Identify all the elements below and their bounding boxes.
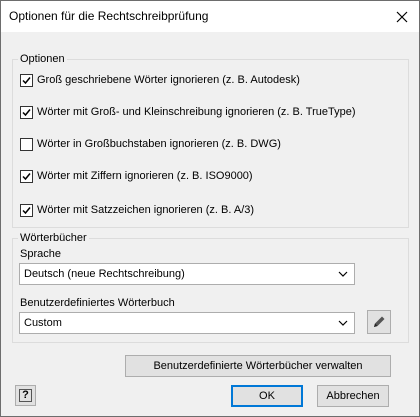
checkbox[interactable]: [20, 137, 33, 151]
dictionaries-legend: Wörterbücher: [18, 232, 89, 244]
ok-button[interactable]: OK: [231, 385, 303, 407]
checkbox[interactable]: [20, 203, 33, 217]
close-button[interactable]: [385, 1, 419, 32]
spellcheck-options-dialog: Optionen für die Rechtschreibprüfung Opt…: [0, 0, 420, 417]
checkbox[interactable]: [20, 73, 33, 87]
checkmark-icon: [22, 206, 31, 214]
checkmark-icon: [22, 76, 31, 84]
ok-label: OK: [259, 390, 275, 402]
checkbox-label: Wörter mit Ziffern ignorieren (z. B. ISO…: [37, 170, 253, 182]
dialog-title: Optionen für die Rechtschreibprüfung: [9, 9, 209, 23]
manage-dictionaries-button[interactable]: Benutzerdefinierte Wörterbücher verwalte…: [125, 355, 391, 377]
option-ignore-digits[interactable]: Wörter mit Ziffern ignorieren (z. B. ISO…: [20, 168, 253, 184]
checkbox-label: Wörter in Großbuchstaben ignorieren (z. …: [37, 138, 281, 150]
cancel-label: Abbrechen: [326, 390, 380, 402]
option-ignore-punctuation[interactable]: Wörter mit Satzzeichen ignorieren (z. B.…: [20, 202, 254, 218]
checkbox[interactable]: [20, 105, 33, 119]
option-ignore-uppercase[interactable]: Wörter in Großbuchstaben ignorieren (z. …: [20, 136, 281, 152]
checkmark-icon: [22, 172, 31, 180]
checkbox-label: Wörter mit Satzzeichen ignorieren (z. B.…: [37, 204, 255, 216]
chevron-down-icon: [338, 271, 348, 277]
checkbox-label: Wörter mit Groß- und Kleinschreibung ign…: [37, 106, 356, 118]
option-ignore-capitalized[interactable]: Groß geschriebene Wörter ignorieren (z. …: [20, 72, 300, 88]
option-ignore-mixed-case[interactable]: Wörter mit Groß- und Kleinschreibung ign…: [20, 104, 356, 120]
cancel-button[interactable]: Abbrechen: [317, 385, 389, 407]
custom-dictionary-value: Custom: [24, 317, 62, 329]
pencil-icon: [374, 316, 385, 327]
close-icon: [396, 11, 408, 22]
language-value: Deutsch (neue Rechtschreibung): [24, 268, 185, 280]
edit-dictionary-button[interactable]: [367, 310, 391, 334]
checkbox[interactable]: [20, 169, 33, 183]
help-button[interactable]: ?: [15, 385, 36, 406]
manage-dictionaries-label: Benutzerdefinierte Wörterbücher verwalte…: [153, 360, 363, 372]
options-legend: Optionen: [18, 53, 67, 65]
checkmark-icon: [22, 108, 31, 116]
language-select[interactable]: Deutsch (neue Rechtschreibung): [19, 263, 355, 285]
custom-dictionary-select[interactable]: Custom: [19, 312, 355, 334]
checkbox-label: Groß geschriebene Wörter ignorieren (z. …: [37, 74, 300, 86]
help-label: ?: [22, 389, 29, 401]
custom-dictionary-label: Benutzerdefiniertes Wörterbuch: [20, 297, 175, 309]
language-label: Sprache: [20, 248, 61, 260]
chevron-down-icon: [338, 320, 348, 326]
title-bar: Optionen für die Rechtschreibprüfung: [1, 1, 419, 32]
